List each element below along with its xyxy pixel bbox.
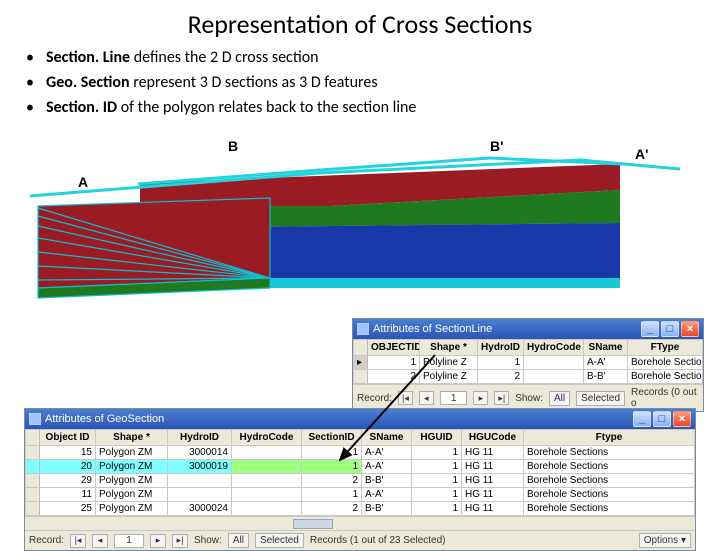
nav-last-button[interactable]: ▸| bbox=[494, 391, 509, 405]
bullet-item: Section. ID of the polygon relates back … bbox=[46, 96, 696, 119]
window-title: Attributes of SectionLine bbox=[373, 323, 492, 335]
nav-first-button[interactable]: |◂ bbox=[398, 391, 413, 405]
chevron-down-icon: ▾ bbox=[681, 535, 686, 546]
show-all-button[interactable]: All bbox=[228, 533, 249, 548]
close-button[interactable]: × bbox=[681, 321, 699, 337]
nav-first-button[interactable]: |◂ bbox=[70, 534, 86, 548]
table-row[interactable]: 20Polygon ZM30000191A-A'1HG 11Borehole S… bbox=[26, 460, 695, 474]
bullet-list: Section. Line defines the 2 D cross sect… bbox=[0, 46, 720, 130]
label-B: B bbox=[228, 138, 238, 154]
attribute-table[interactable]: Object ID Shape * HydroID HydroCode Sect… bbox=[25, 429, 695, 516]
attribute-table[interactable]: OBJECTID Shape * HydroID HydroCode SName… bbox=[353, 339, 703, 384]
show-selected-button[interactable]: Selected bbox=[255, 533, 304, 548]
minimize-button[interactable]: _ bbox=[633, 411, 651, 427]
table-row[interactable]: 29Polygon ZM2B-B'1HG 11Borehole Sections bbox=[26, 474, 695, 488]
record-label: Record: bbox=[357, 393, 392, 404]
show-all-button[interactable]: All bbox=[549, 391, 570, 406]
status-bar: Record: |◂ ◂ 1 ▸ ▸| Show: All Selected R… bbox=[25, 530, 695, 550]
table-header-row: Object ID Shape * HydroID HydroCode Sect… bbox=[26, 430, 695, 446]
record-summary: Records (1 out of 23 Selected) bbox=[310, 535, 446, 546]
cross-section-figure: B B' A' A bbox=[20, 128, 700, 318]
show-selected-button[interactable]: Selected bbox=[576, 391, 625, 406]
record-label: Record: bbox=[29, 535, 64, 546]
record-number[interactable]: 1 bbox=[114, 534, 144, 548]
nav-prev-button[interactable]: ◂ bbox=[419, 391, 434, 405]
table-icon bbox=[29, 413, 41, 425]
page-title: Representation of Cross Sections bbox=[0, 0, 720, 46]
nav-last-button[interactable]: ▸| bbox=[172, 534, 188, 548]
maximize-button[interactable]: □ bbox=[661, 321, 679, 337]
window-geosection: Attributes of GeoSection _ □ × Object ID… bbox=[24, 408, 696, 551]
options-button[interactable]: Options ▾ bbox=[639, 533, 691, 548]
record-summary: Records (0 out o bbox=[631, 387, 699, 409]
table-header-row: OBJECTID Shape * HydroID HydroCode SName… bbox=[354, 340, 703, 356]
show-label: Show: bbox=[515, 393, 543, 404]
bullet-item: Section. Line defines the 2 D cross sect… bbox=[46, 46, 696, 69]
table-row[interactable]: 25Polygon ZM30000242B-B'1HG 11Borehole S… bbox=[26, 502, 695, 516]
cross-section-svg bbox=[20, 128, 700, 318]
table-row[interactable]: 15Polygon ZM30000141A-A'1HG 11Borehole S… bbox=[26, 446, 695, 460]
label-B-prime: B' bbox=[490, 138, 503, 154]
nav-next-button[interactable]: ▸ bbox=[473, 391, 488, 405]
bullet-item: Geo. Section represent 3 D sections as 3… bbox=[46, 71, 696, 94]
table-row[interactable]: 2 Polyline Z 2 B-B' Borehole Section bbox=[354, 370, 703, 384]
table-row[interactable]: ▸ 1 Polyline Z 1 A-A' Borehole Section bbox=[354, 356, 703, 370]
show-label: Show: bbox=[194, 535, 222, 546]
minimize-button[interactable]: _ bbox=[641, 321, 659, 337]
label-A: A bbox=[78, 174, 88, 190]
close-button[interactable]: × bbox=[673, 411, 691, 427]
window-sectionline: Attributes of SectionLine _ □ × OBJECTID… bbox=[352, 318, 704, 412]
titlebar[interactable]: Attributes of GeoSection _ □ × bbox=[25, 409, 695, 429]
horizontal-scrollbar[interactable] bbox=[25, 516, 695, 530]
nav-next-button[interactable]: ▸ bbox=[150, 534, 166, 548]
table-icon bbox=[357, 323, 369, 335]
nav-prev-button[interactable]: ◂ bbox=[92, 534, 108, 548]
titlebar[interactable]: Attributes of SectionLine _ □ × bbox=[353, 319, 703, 339]
maximize-button[interactable]: □ bbox=[653, 411, 671, 427]
status-bar: Record: |◂ ◂ 1 ▸ ▸| Show: All Selected R… bbox=[353, 384, 703, 411]
label-A-prime: A' bbox=[635, 146, 648, 162]
table-row[interactable]: 11Polygon ZM1A-A'1HG 11Borehole Sections bbox=[26, 488, 695, 502]
record-number[interactable]: 1 bbox=[440, 391, 468, 405]
window-title: Attributes of GeoSection bbox=[45, 413, 164, 425]
